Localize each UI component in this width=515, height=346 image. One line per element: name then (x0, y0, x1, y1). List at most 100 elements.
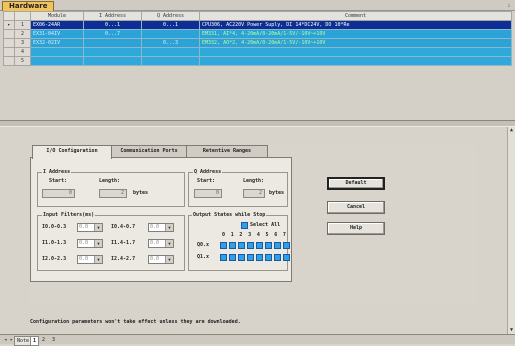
tab-sheet-3[interactable]: 3 (50, 336, 57, 344)
cell-module[interactable]: EX06-24AR (30, 20, 84, 30)
output-bit-checkbox[interactable] (229, 254, 236, 261)
input-filters-title: Input Filters(ms) (42, 212, 96, 218)
q-length-field[interactable]: 2 (243, 189, 265, 198)
hardware-tab[interactable]: Hardware (2, 1, 55, 11)
cell-comment[interactable]: CPU306, AC220V Power Suply, DI 14*DC24V,… (199, 20, 512, 30)
output-bit-checkbox[interactable] (238, 254, 245, 261)
chevron-down-icon[interactable]: ▼ (94, 240, 102, 247)
output-bit-checkbox[interactable] (274, 254, 281, 261)
output-bit-checkbox[interactable] (238, 242, 245, 249)
header-i-address[interactable]: I Address (83, 11, 142, 21)
q1-row-label: Q1.x (197, 254, 210, 260)
cell-module[interactable]: EX32-02IV (30, 38, 84, 48)
filter-value: 0.0 (79, 240, 89, 246)
cell-q-address[interactable] (141, 56, 200, 66)
chevron-down-icon[interactable]: ▼ (165, 240, 173, 247)
help-button[interactable]: Help (327, 222, 385, 235)
vertical-scrollbar[interactable]: ▲ ▼ (507, 127, 515, 334)
filter-select[interactable]: 0.0 ▼ (148, 223, 174, 232)
chevron-down-icon[interactable]: ▼ (94, 224, 102, 231)
cell-comment[interactable]: EM331, AI*4, 4-20mA/0-20mA/1-5V/-10V~+10… (199, 29, 512, 39)
q-start-field[interactable]: 0 (194, 189, 222, 198)
filter-select[interactable]: 0.0 ▼ (148, 255, 174, 264)
row-number: 3 (14, 38, 31, 48)
sheet-tabs-bar: ◂ ▸ Note 1 2 3 (0, 334, 515, 346)
table-row[interactable]: ▸ 1 EX06-24AR 0...1 0...1 CPU306, AC220V… (3, 20, 512, 30)
cell-i-address[interactable]: 0...7 (83, 29, 142, 39)
row-number: 2 (14, 29, 31, 39)
hardware-titlebar (0, 0, 515, 11)
filter-select[interactable]: 0.0 ▼ (148, 239, 174, 248)
table-row[interactable]: 3 EX32-02IV 0...3 EM332, AO*2, 4-20mA/0-… (3, 38, 512, 48)
filter-select[interactable]: 0.0 ▼ (77, 255, 103, 264)
chevron-down-icon[interactable]: ▼ (94, 256, 102, 263)
filter-value: 0.0 (79, 256, 89, 262)
output-bit-checkbox[interactable] (247, 242, 254, 249)
output-bit-checkbox[interactable] (220, 254, 227, 261)
row-marker (3, 47, 15, 57)
cell-i-address[interactable] (83, 56, 142, 66)
tab-io-configuration[interactable]: I/O Configuration (32, 145, 112, 159)
cell-q-address[interactable]: 0...3 (141, 38, 200, 48)
pin-icon[interactable]: ᵢ (505, 1, 513, 9)
filter-select[interactable]: 0.0 ▼ (77, 239, 103, 248)
tab-sheet-2[interactable]: 2 (40, 336, 47, 344)
bit-index: 2 (239, 232, 243, 238)
bit-header-row: 0 1 2 3 4 5 6 7 (222, 232, 286, 239)
i-start-label: Start: (49, 178, 68, 184)
output-bit-checkbox[interactable] (220, 242, 227, 249)
row-number: 4 (14, 47, 31, 57)
i-length-label: Length: (99, 178, 121, 184)
header-comment[interactable]: Comment (199, 11, 512, 21)
splitter-bar[interactable] (0, 120, 515, 127)
cell-module[interactable] (30, 56, 84, 66)
filter-select[interactable]: 0.0 ▼ (77, 223, 103, 232)
output-bit-checkbox[interactable] (256, 254, 263, 261)
cancel-button[interactable]: Cancel (327, 201, 385, 214)
io-configuration-page: I Address Start: Length: 0 2 bytes Q Add… (30, 157, 292, 282)
scroll-down-icon[interactable]: ▼ (508, 327, 515, 334)
select-all-checkbox[interactable] (241, 222, 248, 229)
cell-module[interactable] (30, 47, 84, 57)
default-button[interactable]: Default (327, 177, 385, 190)
cell-comment[interactable]: EM332, AO*2, 4-20mA/0-20mA/1-5V/-10V~+10… (199, 38, 512, 48)
table-row[interactable]: 2 EX31-04IV 0...7 EM331, AI*4, 4-20mA/0-… (3, 29, 512, 39)
i-length-field[interactable]: 2 (99, 189, 127, 198)
i-address-title: I Address (42, 169, 72, 175)
cell-q-address[interactable] (141, 47, 200, 57)
cell-q-address[interactable]: 0...1 (141, 20, 200, 30)
cell-q-address[interactable] (141, 29, 200, 39)
table-row[interactable]: 4 (3, 47, 512, 57)
output-bit-checkbox[interactable] (256, 242, 263, 249)
config-dialog: I/O Configuration Communication Ports Re… (30, 145, 476, 304)
tab-sheet-1[interactable]: 1 (30, 336, 40, 346)
i-start-field[interactable]: 0 (42, 189, 75, 198)
row-marker (3, 38, 15, 48)
output-bit-checkbox[interactable] (229, 242, 236, 249)
output-bit-checkbox[interactable] (265, 254, 272, 261)
output-bit-checkbox[interactable] (283, 254, 290, 261)
bit-index: 3 (248, 232, 252, 238)
header-module[interactable]: Module (30, 11, 84, 21)
output-bit-checkbox[interactable] (283, 242, 290, 249)
table-row[interactable]: 5 (3, 56, 512, 66)
cell-comment[interactable] (199, 56, 512, 66)
chevron-down-icon[interactable]: ▼ (165, 256, 173, 263)
chevron-down-icon[interactable]: ▼ (165, 224, 173, 231)
cell-i-address[interactable] (83, 38, 142, 48)
filter-value: 0.0 (79, 224, 89, 230)
filter-value: 0.0 (150, 224, 160, 230)
cell-comment[interactable] (199, 47, 512, 57)
header-q-address[interactable]: Q Address (141, 11, 200, 21)
output-bit-checkbox[interactable] (265, 242, 272, 249)
output-bit-checkbox[interactable] (274, 242, 281, 249)
info-message: Configuration parameters won't take effe… (30, 319, 241, 325)
cell-i-address[interactable] (83, 47, 142, 57)
select-all-label: Select All (250, 222, 281, 228)
cell-module[interactable]: EX31-04IV (30, 29, 84, 39)
row-marker: ▸ (3, 20, 15, 30)
cell-i-address[interactable]: 0...1 (83, 20, 142, 30)
scroll-up-icon[interactable]: ▲ (508, 127, 515, 134)
bit-index: 5 (265, 232, 269, 238)
output-bit-checkbox[interactable] (247, 254, 254, 261)
